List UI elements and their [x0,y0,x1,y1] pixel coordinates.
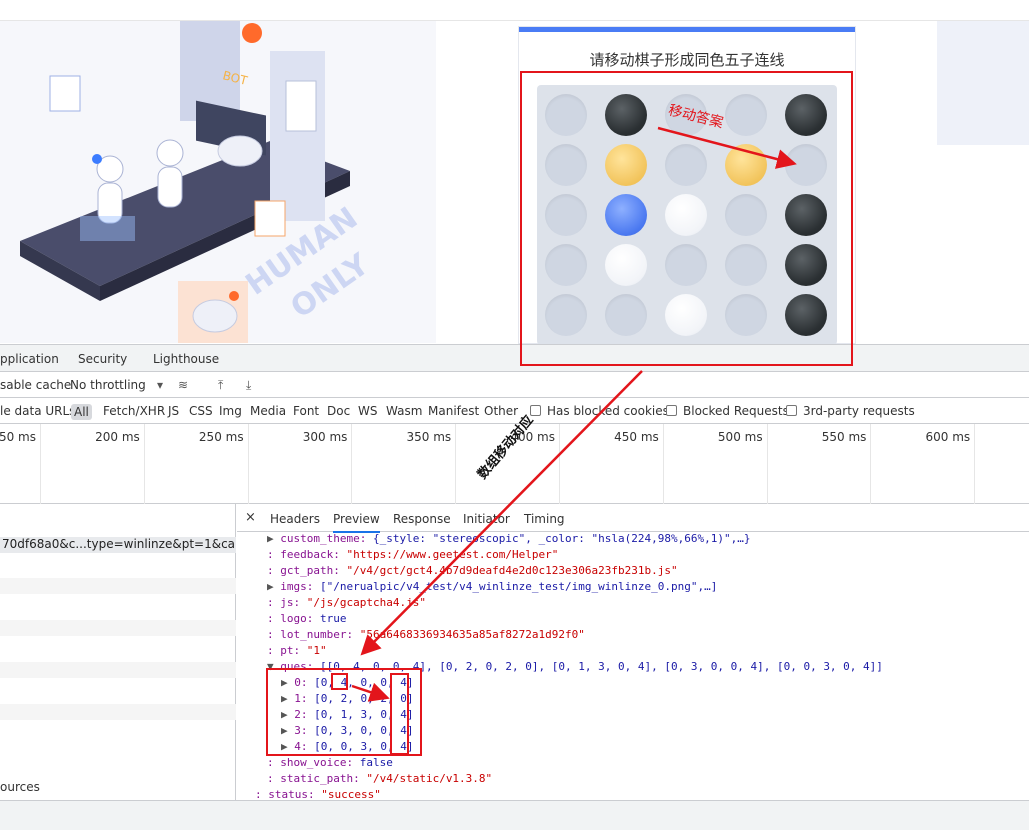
mapping-arrow [360,370,643,656]
move-arrow [657,126,797,169]
annotation-arrows [351,126,797,702]
array-move-arrow [351,682,390,702]
